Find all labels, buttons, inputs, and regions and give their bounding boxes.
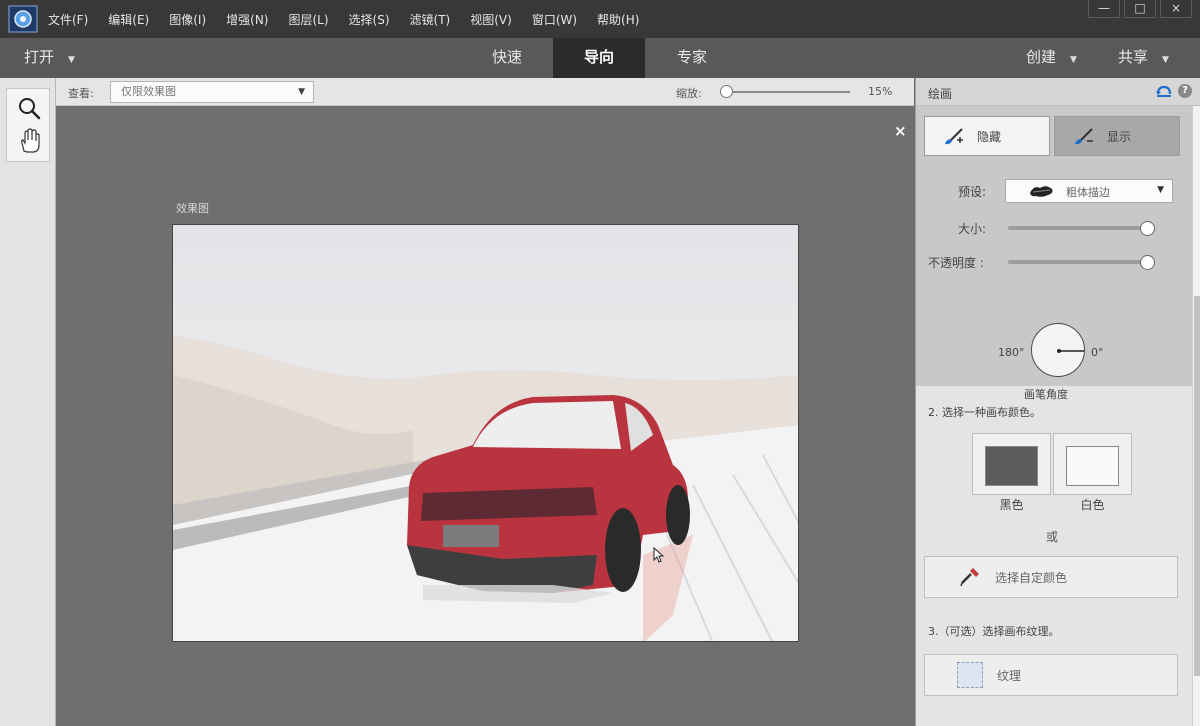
menu-window[interactable]: 窗口(W) (532, 11, 577, 28)
open-label: 打开 (24, 48, 55, 66)
panel-header: 绘画 ? (916, 78, 1200, 106)
preset-value: 粗体描边 (1066, 186, 1110, 199)
texture-button[interactable]: 纹理 (924, 654, 1178, 696)
pointer-cursor-icon (653, 547, 665, 563)
canvas-area: × 效果图 (56, 106, 914, 726)
window-controls: — □ × (1084, 0, 1192, 18)
opacity-slider-track[interactable] (1008, 260, 1148, 264)
view-label: 查看: (68, 87, 94, 100)
photo-preview[interactable] (172, 224, 799, 642)
preset-label: 预设: (958, 185, 987, 199)
zoom-tool-icon[interactable] (15, 95, 43, 123)
maximize-button[interactable]: □ (1124, 0, 1156, 18)
show-label: 显示 (1107, 129, 1132, 144)
preset-select[interactable]: 粗体描边 ▼ (1005, 179, 1173, 203)
brush-stroke-thumbnail-icon (1030, 186, 1053, 197)
step3-instruction: 3.（可选）选择画布纹理。 (928, 625, 1060, 638)
share-label: 共享 (1118, 48, 1149, 66)
chevron-down-icon: ▼ (68, 55, 75, 65)
zoom-label: 缩放: (676, 87, 702, 100)
brush-hide-icon (945, 128, 963, 145)
tab-expert[interactable]: 专家 (646, 38, 738, 78)
mode-bar: 打开 ▼ 快速 导向 专家 创建 ▼ 共享 ▼ (0, 38, 1200, 78)
menu-edit[interactable]: 编辑(E) (108, 11, 149, 28)
texture-icon (957, 662, 983, 688)
panel-title: 绘画 (928, 87, 953, 101)
step2-instruction: 2. 选择一种画布颜色。 (928, 406, 1041, 419)
size-label: 大小: (958, 222, 987, 236)
menu-bar: 文件(F) 编辑(E) 图像(I) 增强(N) 图层(L) 选择(S) 滤镜(T… (0, 0, 1200, 38)
black-canvas-option[interactable] (972, 433, 1051, 495)
menu-layer[interactable]: 图层(L) (288, 11, 328, 28)
chevron-down-icon: ▼ (1070, 55, 1077, 65)
hand-tool-icon[interactable] (15, 127, 43, 155)
hide-button[interactable]: 隐藏 (924, 116, 1050, 156)
menu-file[interactable]: 文件(F) (48, 11, 88, 28)
minimize-button[interactable]: — (1088, 0, 1120, 18)
texture-label: 纹理 (997, 668, 1022, 683)
chevron-down-icon: ▼ (1162, 55, 1169, 65)
angle-0-label: 0° (1091, 346, 1104, 359)
angle-indicator-icon (1057, 349, 1084, 353)
white-swatch (1066, 446, 1119, 486)
custom-color-button[interactable]: 选择自定颜色 (924, 556, 1178, 598)
tab-quick[interactable]: 快速 (462, 38, 552, 78)
reset-icon[interactable] (1154, 82, 1174, 102)
opacity-label: 不透明度 : (928, 256, 984, 270)
app-logo-icon (8, 5, 38, 33)
menu-help[interactable]: 帮助(H) (597, 11, 639, 28)
tool-panel (6, 88, 50, 162)
brush-angle-label: 画笔角度 (1024, 388, 1068, 401)
black-label: 黑色 (999, 498, 1024, 512)
brush-angle-dial[interactable] (1031, 323, 1085, 377)
menu-items: 文件(F) 编辑(E) 图像(I) 增强(N) 图层(L) 选择(S) 滤镜(T… (48, 0, 659, 38)
panel-scrollbar-thumb[interactable] (1194, 296, 1200, 676)
or-label: 或 (1046, 530, 1059, 544)
black-swatch (985, 446, 1038, 486)
size-slider-handle[interactable] (1140, 221, 1155, 236)
menu-select[interactable]: 选择(S) (349, 11, 390, 28)
create-button[interactable]: 创建 ▼ (1026, 38, 1077, 78)
chevron-down-icon: ▼ (298, 87, 305, 97)
guided-panel: 绘画 ? 隐藏 显示 预设: 粗体描边 ▼ 大小: 不透明度: 180° 0°… (915, 78, 1200, 726)
menu-enhance[interactable]: 增强(N) (226, 11, 268, 28)
menu-filter[interactable]: 滤镜(T) (410, 11, 451, 28)
angle-180-label: 180° (998, 346, 1025, 359)
brush-settings-section: 隐藏 显示 预设: 粗体描边 ▼ 大小: 不透明度 : 180° 0° 画笔角度 (916, 106, 1192, 401)
zoom-slider-handle[interactable] (720, 85, 733, 98)
help-icon[interactable]: ? (1178, 84, 1192, 98)
zoom-slider-track[interactable] (728, 91, 850, 93)
opacity-slider-handle[interactable] (1140, 255, 1155, 270)
hide-label: 隐藏 (977, 129, 1002, 144)
panel-scrollbar[interactable] (1192, 106, 1200, 726)
tool-strip (0, 78, 56, 726)
share-button[interactable]: 共享 ▼ (1118, 38, 1169, 78)
white-canvas-option[interactable] (1053, 433, 1132, 495)
menu-view[interactable]: 视图(V) (470, 11, 512, 28)
show-button[interactable]: 显示 (1054, 116, 1180, 156)
after-image-label: 效果图 (176, 202, 209, 215)
view-options-bar: 查看: 仅限效果图 ▼ 缩放: 15% (56, 78, 914, 106)
create-label: 创建 (1026, 48, 1057, 66)
eyedropper-icon (960, 568, 979, 587)
brush-show-icon (1075, 128, 1093, 145)
zoom-value: 15% (868, 85, 893, 98)
tab-guided[interactable]: 导向 (553, 38, 645, 78)
close-window-button[interactable]: × (1160, 0, 1192, 18)
white-label: 白色 (1080, 498, 1105, 512)
menu-image[interactable]: 图像(I) (169, 11, 206, 28)
close-icon[interactable]: × (894, 122, 907, 140)
custom-color-label: 选择自定颜色 (995, 570, 1068, 585)
car-photo-image (173, 225, 798, 641)
chevron-down-icon: ▼ (1157, 185, 1164, 195)
open-button[interactable]: 打开 ▼ (24, 38, 75, 78)
view-mode-select[interactable]: 仅限效果图 ▼ (110, 81, 314, 103)
size-slider-track[interactable] (1008, 226, 1148, 230)
view-mode-value: 仅限效果图 (121, 85, 176, 98)
